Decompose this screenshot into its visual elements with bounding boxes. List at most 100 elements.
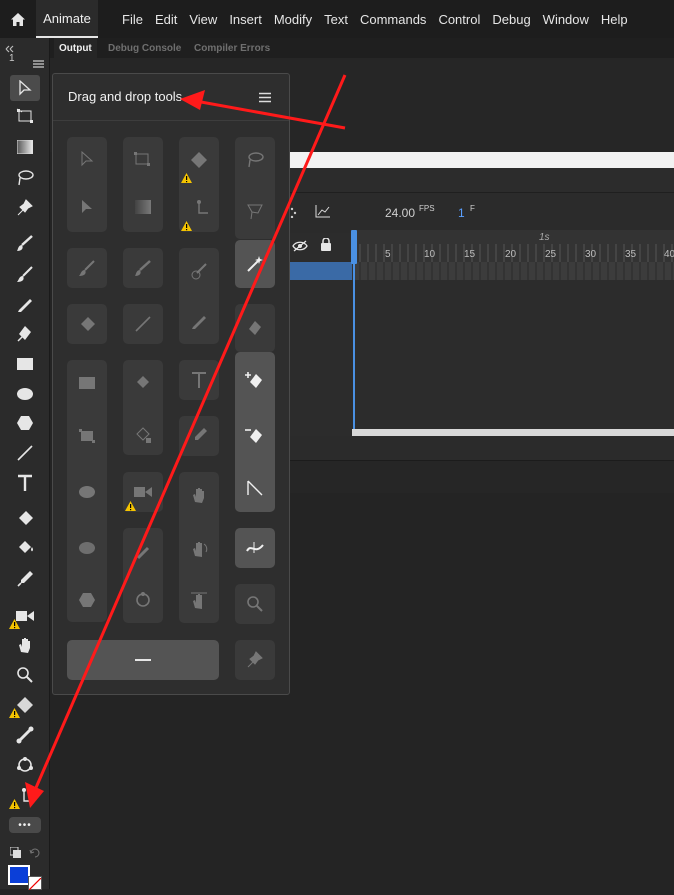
frame-value[interactable]: 1 <box>458 206 465 220</box>
bind-tool-icon[interactable] <box>134 591 152 614</box>
rotation-tool-icon[interactable] <box>190 540 208 563</box>
bone-tool-icon[interactable] <box>134 544 152 567</box>
rectangle-tool-icon[interactable] <box>78 376 96 395</box>
paint-bucket-tool-icon[interactable] <box>10 535 40 561</box>
eraser-tool-icon <box>77 314 97 334</box>
reset-colors-icon[interactable] <box>29 846 41 864</box>
ink-bottle-tool-icon[interactable] <box>134 426 152 449</box>
onion-skin-icon[interactable] <box>290 205 298 223</box>
delete-anchor-point-tool-icon[interactable] <box>244 425 266 450</box>
bone-tool-icon[interactable] <box>10 722 40 748</box>
tab-output[interactable]: Output <box>54 38 97 58</box>
minus-icon <box>135 659 151 661</box>
tool-slot[interactable] <box>179 360 219 400</box>
time-scrub-tool-icon[interactable] <box>190 592 208 615</box>
gradient-transform-tool-icon[interactable] <box>10 134 40 160</box>
asset-warp-tool-icon[interactable] <box>9 692 40 718</box>
rigging-tool-icon[interactable] <box>9 783 40 809</box>
pencil-tool-icon[interactable] <box>190 312 208 335</box>
graph-icon[interactable] <box>315 204 331 223</box>
add-anchor-point-tool-icon[interactable] <box>244 370 266 395</box>
rigging-tool-icon[interactable] <box>190 199 210 222</box>
bind-tool-icon[interactable] <box>10 752 40 778</box>
hand-tool-icon[interactable] <box>190 486 208 509</box>
menu-control[interactable]: Control <box>432 12 486 27</box>
fps-unit: FPS <box>419 204 435 213</box>
menu-edit[interactable]: Edit <box>149 12 183 27</box>
line-tool-icon <box>133 314 153 334</box>
tool-slot[interactable] <box>179 416 219 456</box>
camera-tool-icon[interactable] <box>9 603 40 629</box>
polystar-tool-icon[interactable] <box>10 410 40 436</box>
brush-tool-icon[interactable] <box>10 261 40 287</box>
tool-slot[interactable] <box>67 248 107 288</box>
eyedropper-tool-icon[interactable] <box>10 566 40 592</box>
tool-slot[interactable] <box>67 304 107 344</box>
menu-commands[interactable]: Commands <box>354 12 432 27</box>
fill-color-swatch[interactable] <box>28 876 42 891</box>
line-tool-icon[interactable] <box>10 440 40 466</box>
menu-view[interactable]: View <box>183 12 223 27</box>
hand-tool-icon[interactable] <box>10 632 40 658</box>
tab-debug-console[interactable]: Debug Console <box>103 38 186 58</box>
classic-brush-tool-icon[interactable] <box>190 262 208 285</box>
tool-slot[interactable] <box>123 248 163 288</box>
asset-warp-tool-icon[interactable] <box>190 151 208 174</box>
pin-tool-icon[interactable] <box>10 195 40 221</box>
gradient-transform-tool-icon[interactable] <box>135 200 151 219</box>
lock-icon[interactable] <box>320 237 332 256</box>
timeline-header <box>289 192 674 233</box>
fluid-brush-tool-icon[interactable] <box>10 230 40 256</box>
tool-slot[interactable] <box>235 304 275 352</box>
tool-slot[interactable] <box>123 304 163 344</box>
fps-value[interactable]: 24.00 <box>385 206 415 220</box>
playhead-line[interactable] <box>353 230 355 430</box>
menu-debug[interactable]: Debug <box>486 12 536 27</box>
rectangle-tool-icon[interactable] <box>10 351 40 377</box>
oval-primitive-tool-icon[interactable] <box>78 541 96 560</box>
menu-text[interactable]: Text <box>318 12 354 27</box>
lasso-tool-icon[interactable] <box>246 151 264 174</box>
menu-window[interactable]: Window <box>537 12 595 27</box>
text-tool-icon[interactable] <box>10 470 40 496</box>
menu-help[interactable]: Help <box>595 12 634 27</box>
toolbar-menu-icon[interactable] <box>33 55 44 73</box>
oval-tool-icon[interactable] <box>78 485 96 504</box>
tool-slot[interactable] <box>235 584 275 624</box>
pen-tool-icon[interactable] <box>10 320 40 346</box>
selection-tool-icon[interactable] <box>10 75 40 101</box>
tool-slot[interactable] <box>235 528 275 568</box>
pencil-tool-icon[interactable] <box>10 291 40 317</box>
paint-bucket-tool-icon[interactable] <box>134 374 152 397</box>
home-icon[interactable] <box>0 0 36 38</box>
tab-compiler-errors[interactable]: Compiler Errors <box>189 38 275 58</box>
layer-row[interactable] <box>289 262 352 280</box>
tool-slot[interactable] <box>235 240 275 288</box>
menu-file[interactable]: File <box>116 12 149 27</box>
menu-modify[interactable]: Modify <box>268 12 318 27</box>
convert-anchor-point-tool-icon[interactable] <box>247 480 263 501</box>
stroke-color-swatch[interactable] <box>8 865 30 885</box>
menu-insert[interactable]: Insert <box>223 12 268 27</box>
swap-colors-icon[interactable] <box>9 846 22 864</box>
more-tools-button[interactable]: ••• <box>9 817 41 833</box>
rectangle-primitive-tool-icon[interactable] <box>78 428 96 449</box>
stage-strip <box>289 152 674 168</box>
tool-slot[interactable] <box>235 640 275 680</box>
polygon-lasso-tool-icon[interactable] <box>246 203 264 226</box>
free-transform-tool-icon[interactable] <box>10 103 40 129</box>
visibility-eye-icon[interactable] <box>292 239 308 257</box>
app-tab[interactable]: Animate <box>36 0 98 38</box>
selection-tool-icon[interactable] <box>80 150 94 172</box>
timeline-scrollbar[interactable] <box>352 429 674 436</box>
zoom-tool-icon[interactable] <box>10 662 40 688</box>
eraser-tool-icon[interactable] <box>10 505 40 531</box>
oval-tool-icon[interactable] <box>10 381 40 407</box>
lasso-tool-icon[interactable] <box>10 165 40 191</box>
free-transform-tool-icon[interactable] <box>133 151 151 172</box>
panel-menu-icon[interactable] <box>258 90 272 103</box>
subselection-tool-icon[interactable] <box>80 199 94 220</box>
polystar-tool-icon[interactable] <box>78 592 96 613</box>
frame-cells[interactable] <box>351 262 674 280</box>
properties-area <box>289 460 674 493</box>
